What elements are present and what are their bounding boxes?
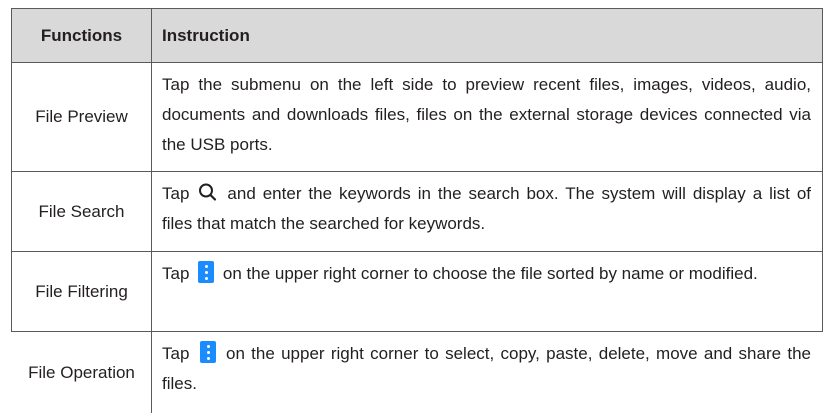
instruction-file-filtering: Tap on the upper right corner to choose … — [162, 259, 817, 289]
header-instruction: Instruction — [162, 26, 250, 45]
function-file-operation: File Operation — [28, 362, 135, 382]
instruction-file-operation: Tap on the upper right corner to select,… — [162, 339, 817, 399]
instruction-text: Tap — [162, 344, 190, 363]
more-vertical-icon — [199, 341, 216, 363]
functions-table: Functions Instruction File Preview Tap t… — [0, 0, 831, 413]
table-border-right — [822, 8, 823, 332]
instruction-file-preview: Tap the submenu on the left side to prev… — [162, 75, 811, 154]
function-file-search: File Search — [38, 201, 125, 221]
instruction-text: Tap — [162, 184, 190, 203]
instruction-text: Tap — [162, 264, 190, 283]
instruction-text: on the upper right corner to select, cop… — [162, 344, 811, 393]
instruction-text: and enter the keywords in the search box… — [162, 184, 811, 233]
function-file-preview: File Preview — [35, 107, 128, 126]
column-divider — [151, 8, 152, 413]
instruction-file-search: Tap and enter the keywords in the search … — [162, 179, 817, 239]
function-file-filtering: File Filtering — [35, 281, 128, 301]
instruction-text: on the upper right corner to choose the … — [222, 264, 758, 283]
more-vertical-icon — [198, 261, 215, 283]
header-functions: Functions — [40, 25, 123, 45]
search-icon — [199, 183, 217, 201]
